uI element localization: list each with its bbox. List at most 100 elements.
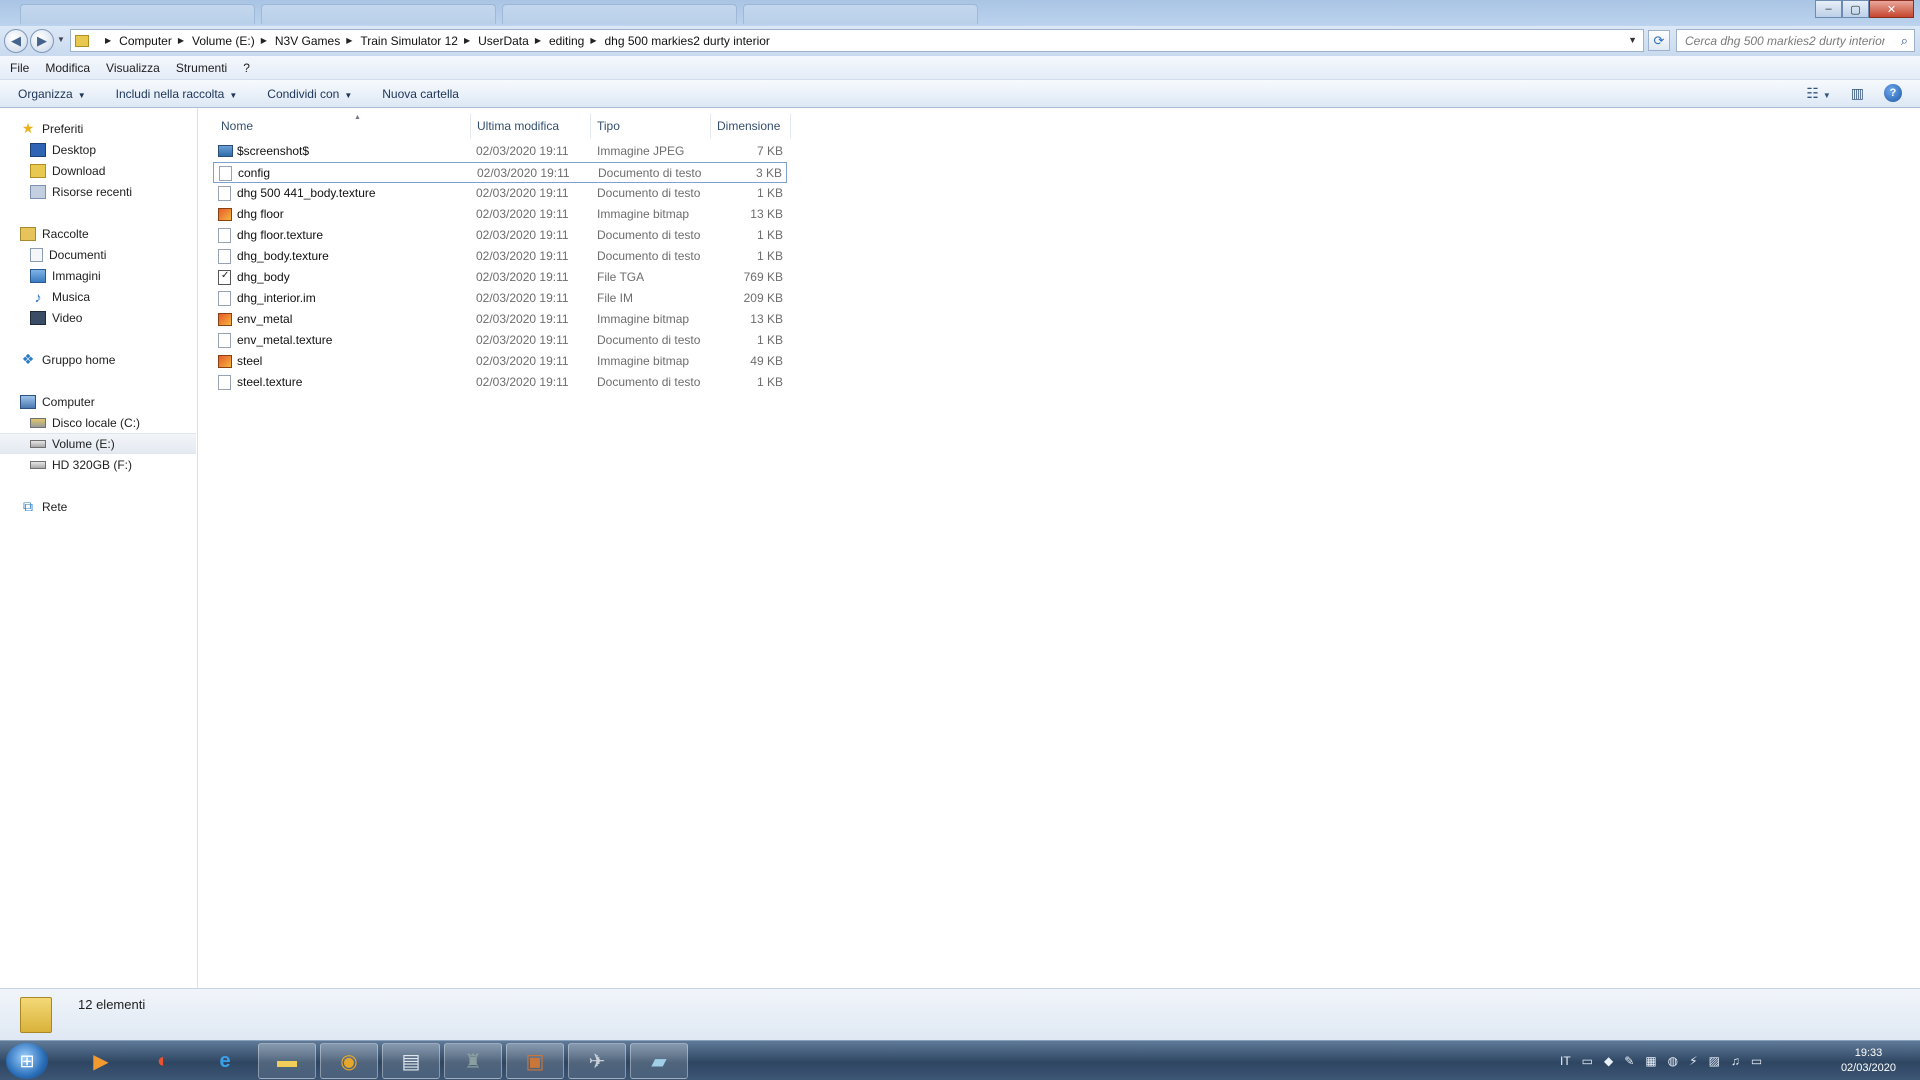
forward-button[interactable]: ▶ <box>30 29 54 53</box>
sidebar-homegroup[interactable]: ❖ Gruppo home <box>20 349 116 370</box>
sidebar-item-pictures[interactable]: Immagini <box>30 265 101 286</box>
taskbar-game[interactable]: ♜ <box>444 1043 502 1079</box>
taskbar-train-sim[interactable]: ✈ <box>568 1043 626 1079</box>
tray-app-icon[interactable]: ◍ <box>1668 1054 1678 1068</box>
chevron-right-icon[interactable]: ▶ <box>178 36 184 45</box>
chevron-right-icon[interactable]: ▶ <box>590 36 596 45</box>
column-header-name[interactable]: Nome ▲ <box>215 114 471 138</box>
breadcrumb-volume-e[interactable]: Volume (E:) ▶ <box>192 34 275 48</box>
back-button[interactable]: ◀ <box>4 29 28 53</box>
menu-modifica[interactable]: Modifica <box>45 61 90 75</box>
refresh-button[interactable]: ⟳ <box>1648 30 1670 51</box>
sidebar-item-drive-c[interactable]: Disco locale (C:) <box>30 412 140 433</box>
file-row[interactable]: dhg_body.texture 02/03/2020 19:11 Document… <box>213 246 787 267</box>
breadcrumb-label: Computer <box>119 33 172 48</box>
taskbar-editor[interactable]: ▰ <box>630 1043 688 1079</box>
breadcrumb-separator[interactable]: ▶ <box>99 36 119 45</box>
file-row[interactable]: env_metal 02/03/2020 19:11 Immagine bitmap… <box>213 309 787 330</box>
sidebar-computer[interactable]: Computer <box>20 391 95 412</box>
taskbar-chrome[interactable]: ◉ <box>320 1043 378 1079</box>
taskbar-notepad[interactable]: ▤ <box>382 1043 440 1079</box>
menu-help[interactable]: ? <box>243 61 250 75</box>
file-row[interactable]: dhg_interior.im 02/03/2020 19:11 File IM 20… <box>213 288 787 309</box>
sidebar-item-video[interactable]: Video <box>30 307 82 328</box>
view-options-icon[interactable]: ☷ ▼ <box>1806 85 1830 102</box>
file-row[interactable]: env_metal.texture 02/03/2020 19:11 Documen… <box>213 330 787 351</box>
sidebar-item-desktop[interactable]: Desktop <box>30 139 96 160</box>
start-button[interactable]: ⊞ <box>6 1043 48 1079</box>
taskbar-media-player[interactable]: ▶ <box>72 1043 130 1079</box>
file-size: 1 KB <box>756 333 783 347</box>
search-icon[interactable]: ⌕ <box>1901 33 1908 49</box>
close-button[interactable]: ✕ <box>1869 0 1914 18</box>
taskbar-internet-explorer[interactable]: e <box>196 1043 254 1079</box>
search-box[interactable]: ⌕ <box>1676 29 1915 52</box>
history-dropdown[interactable]: ▼ <box>57 35 65 44</box>
display-icon[interactable]: ▭ <box>1751 1054 1762 1068</box>
breadcrumb-current-folder[interactable]: dhg 500 markies2 durty interior <box>605 34 770 48</box>
file-row[interactable]: config 02/03/2020 19:11 Documento di testo… <box>213 162 787 183</box>
file-row[interactable]: dhg floor.texture 02/03/2020 19:11 Documen… <box>213 225 787 246</box>
organize-button[interactable]: Organizza ▼ <box>18 87 86 101</box>
chevron-right-icon[interactable]: ▶ <box>464 36 470 45</box>
volume-icon[interactable]: ♫ <box>1731 1054 1740 1068</box>
chevron-right-icon[interactable]: ▶ <box>261 36 267 45</box>
file-row[interactable]: steel 02/03/2020 19:11 Immagine bitmap 49 K… <box>213 351 787 372</box>
taskbar-file-explorer[interactable]: ▬ <box>258 1043 316 1079</box>
file-size: 7 KB <box>756 144 783 158</box>
address-dropdown-icon[interactable]: ▼ <box>1628 35 1637 45</box>
maximize-button[interactable]: ▢ <box>1842 0 1869 18</box>
breadcrumb-userdata[interactable]: UserData ▶ <box>478 34 549 48</box>
menu-visualizza[interactable]: Visualizza <box>106 61 160 75</box>
file-row[interactable]: dhg 500 441_body.texture 02/03/2020 19:11… <box>213 183 787 204</box>
breadcrumb-train-simulator[interactable]: Train Simulator 12 ▶ <box>360 34 478 48</box>
file-row[interactable]: $screenshot$ 02/03/2020 19:11 Immagine JPE… <box>213 141 787 162</box>
file-date: 02/03/2020 19:11 <box>476 249 569 263</box>
tray-app-icon[interactable]: ⚡ <box>1689 1054 1697 1068</box>
sidebar-label: Preferiti <box>42 121 84 136</box>
breadcrumb-computer[interactable]: Computer ▶ <box>119 34 192 48</box>
column-header-type[interactable]: Tipo <box>591 114 711 138</box>
background-tab <box>20 4 255 24</box>
sidebar-network[interactable]: ⧉ Rete <box>20 496 67 517</box>
tray-app-icon[interactable]: ✎ <box>1624 1054 1634 1068</box>
minimize-button[interactable]: – <box>1815 0 1842 18</box>
bitmap-image-icon <box>218 208 232 221</box>
chevron-right-icon[interactable]: ▶ <box>346 36 352 45</box>
preview-pane-icon[interactable]: ▥ <box>1851 85 1864 102</box>
sidebar-item-recent[interactable]: Risorse recenti <box>30 181 132 202</box>
new-folder-button[interactable]: Nuova cartella <box>382 87 459 101</box>
chevron-right-icon[interactable]: ▶ <box>535 36 541 45</box>
sidebar-item-music[interactable]: ♪ Musica <box>30 286 91 307</box>
sidebar-item-drive-f[interactable]: HD 320GB (F:) <box>30 454 132 475</box>
help-icon[interactable]: ? <box>1884 84 1902 102</box>
sidebar-label: Desktop <box>52 142 97 157</box>
breadcrumb-editing[interactable]: editing ▶ <box>549 34 605 48</box>
column-header-date[interactable]: Ultima modifica <box>471 114 591 138</box>
menu-file[interactable]: File <box>10 61 29 75</box>
breadcrumb-n3v-games[interactable]: N3V Games ▶ <box>275 34 361 48</box>
sidebar-item-download[interactable]: Download <box>30 160 105 181</box>
menu-strumenti[interactable]: Strumenti <box>176 61 227 75</box>
taskbar-archive[interactable]: ▣ <box>506 1043 564 1079</box>
language-indicator[interactable]: IT <box>1560 1054 1571 1068</box>
sidebar-item-documents[interactable]: Documenti <box>30 244 106 265</box>
sidebar-favorites[interactable]: ★ Preferiti <box>20 118 84 139</box>
breadcrumb[interactable]: ▶ Computer ▶ Volume (E:) ▶ N3V Games ▶ Trai… <box>70 29 1644 52</box>
file-row[interactable]: dhg_body 02/03/2020 19:11 File TGA 769 KB <box>213 267 787 288</box>
action-center-icon[interactable]: ▭ <box>1582 1054 1593 1068</box>
tray-app-icon[interactable]: ◆ <box>1604 1054 1613 1068</box>
file-row[interactable]: steel.texture 02/03/2020 19:11 Documento d… <box>213 372 787 393</box>
file-row[interactable]: dhg floor 02/03/2020 19:11 Immagine bitmap… <box>213 204 787 225</box>
include-in-library-button[interactable]: Includi nella raccolta ▼ <box>116 87 238 101</box>
taskbar-ccleaner[interactable]: ◐ <box>134 1043 192 1079</box>
share-with-button[interactable]: Condividi con ▼ <box>267 87 352 101</box>
sidebar-libraries[interactable]: Raccolte <box>20 223 89 244</box>
system-clock[interactable]: 19:33 02/03/2020 <box>1841 1046 1896 1076</box>
network-status-icon[interactable]: ▨ <box>1709 1054 1720 1068</box>
sidebar-item-drive-e[interactable]: Volume (E:) <box>0 433 196 454</box>
column-header-size[interactable]: Dimensione <box>711 114 791 138</box>
tray-app-icon[interactable]: ▦ <box>1645 1054 1656 1068</box>
folder-icon <box>20 997 52 1033</box>
search-input[interactable] <box>1685 33 1885 48</box>
